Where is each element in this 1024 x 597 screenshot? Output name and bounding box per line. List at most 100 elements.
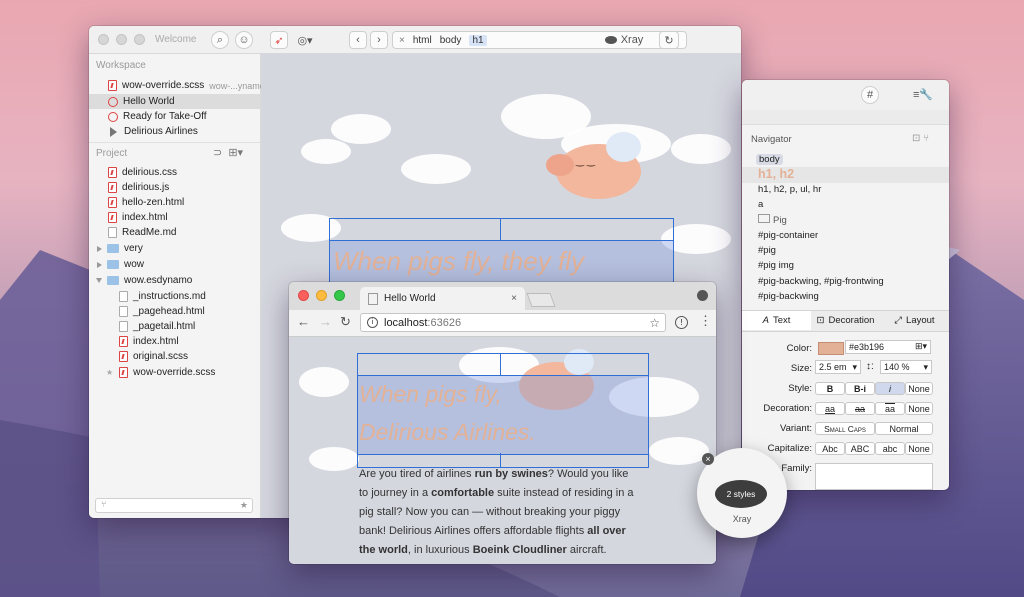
nav-item[interactable]: #pig-container: [758, 230, 818, 241]
sidebar-filter-bar[interactable]: ⑂ ★: [95, 498, 253, 513]
search-button[interactable]: ⌕: [211, 31, 229, 49]
minimize-dot[interactable]: [316, 290, 327, 301]
project-item[interactable]: index.html: [89, 210, 260, 225]
nav-item[interactable]: #pig: [758, 245, 776, 256]
line-height-field[interactable]: 140 % ▾: [880, 360, 932, 374]
close-dot[interactable]: [98, 34, 109, 45]
folder-item[interactable]: wow: [89, 257, 260, 272]
address-bar[interactable]: i localhost:63626 ☆: [360, 313, 666, 332]
project-item[interactable]: hello-zen.html: [89, 195, 260, 210]
close-dot[interactable]: [298, 290, 309, 301]
star-icon[interactable]: ☆: [649, 316, 660, 330]
wrench-icon[interactable]: ≡🔧: [913, 88, 933, 101]
style-italic[interactable]: i: [875, 382, 905, 395]
forward-arrow-icon[interactable]: →: [319, 314, 332, 329]
workspace-item-selected[interactable]: Hello World: [89, 94, 260, 109]
project-item[interactable]: _pagehead.html: [89, 304, 260, 319]
breadcrumb-h1[interactable]: h1: [469, 34, 487, 46]
color-swatch[interactable]: [818, 342, 844, 355]
capitalize-none[interactable]: None: [905, 442, 933, 455]
capitalize-title[interactable]: Abc: [815, 442, 845, 455]
family-field[interactable]: [815, 463, 933, 490]
nav-item[interactable]: #pig-backwing, #pig-frontwing: [758, 276, 884, 287]
star-icon[interactable]: ★: [240, 500, 248, 511]
decoration-strike[interactable]: aa: [845, 402, 875, 415]
folder-item[interactable]: wow.esdynamo: [89, 273, 260, 288]
new-tab-button[interactable]: [526, 293, 556, 307]
zoom-dot[interactable]: [134, 34, 145, 45]
project-item[interactable]: delirious.css: [89, 165, 260, 180]
extension-icon[interactable]: !: [675, 316, 688, 329]
smiley-button[interactable]: ☺: [235, 31, 253, 49]
xray-popup[interactable]: × 2 styles Xray: [697, 448, 787, 538]
project-item[interactable]: index.html: [89, 334, 260, 349]
minimize-dot[interactable]: [116, 34, 127, 45]
project-item[interactable]: ★ wow-override.scss: [89, 365, 260, 380]
project-item[interactable]: _pagetail.html: [89, 319, 260, 334]
close-icon[interactable]: ×: [702, 453, 714, 465]
xray-button[interactable]: Xray: [599, 31, 649, 49]
window-controls[interactable]: [98, 34, 145, 45]
decoration-overline[interactable]: aa: [875, 402, 905, 415]
variant-normal[interactable]: Normal: [875, 422, 933, 435]
variant-small-caps[interactable]: Small Caps: [815, 422, 875, 435]
nav-item[interactable]: #pig img: [758, 260, 794, 271]
profile-icon[interactable]: [697, 290, 708, 301]
color-field[interactable]: #e3b196 ⊞▾: [845, 340, 931, 354]
hash-button[interactable]: #: [861, 86, 879, 104]
tab-layout[interactable]: ⤢ Layout: [880, 311, 949, 330]
compass-button[interactable]: ➶: [270, 31, 288, 49]
nav-item-selected[interactable]: h1, h2: [758, 167, 794, 181]
disclosure-icon[interactable]: [97, 245, 102, 252]
capitalize-lower[interactable]: abc: [875, 442, 905, 455]
breadcrumb-html[interactable]: html: [413, 35, 432, 46]
project-header[interactable]: Project: [96, 148, 127, 159]
nav-item[interactable]: #pig-backwing: [758, 291, 819, 302]
project-item[interactable]: ReadMe.md: [89, 225, 260, 240]
nav-item[interactable]: a: [758, 199, 763, 210]
nav-item-body[interactable]: body: [756, 154, 783, 165]
star-icon[interactable]: ★: [106, 368, 113, 377]
reload-icon[interactable]: ↻: [340, 314, 351, 330]
tab-decoration[interactable]: ⊡ Decoration: [811, 311, 880, 330]
reload-button[interactable]: ↻: [659, 31, 679, 49]
decoration-underline[interactable]: aa: [815, 402, 845, 415]
project-item[interactable]: original.scss: [89, 349, 260, 364]
window-controls[interactable]: [298, 290, 345, 301]
workspace-item[interactable]: wow-override.scss wow-...ynamo: [89, 78, 265, 93]
style-bold-italic[interactable]: B-i: [845, 382, 875, 395]
back-arrow-icon[interactable]: ←: [297, 314, 310, 329]
paragraph-emphasis: run by swines: [474, 468, 548, 480]
disclosure-icon[interactable]: [96, 278, 102, 283]
forward-button[interactable]: ›: [370, 31, 388, 49]
target-button[interactable]: ◎▾: [292, 31, 318, 49]
folder-item[interactable]: very: [89, 241, 260, 256]
tab-text[interactable]: A Text: [742, 311, 811, 330]
zoom-dot[interactable]: [334, 290, 345, 301]
capitalize-upper[interactable]: ABC: [845, 442, 875, 455]
disclosure-icon[interactable]: [97, 261, 102, 268]
workspace-header[interactable]: Workspace: [96, 60, 146, 71]
project-tools[interactable]: ⊃ ⊞▾: [213, 146, 243, 159]
browser-tab[interactable]: Hello World ×: [360, 287, 525, 310]
workspace-item[interactable]: Delirious Airlines: [89, 124, 260, 139]
workspace-item[interactable]: Ready for Take-Off: [89, 109, 260, 124]
navigator-tools[interactable]: ⊡ ⑂: [912, 133, 929, 144]
nav-item-comment[interactable]: Pig: [758, 214, 787, 226]
style-none[interactable]: None: [905, 382, 933, 395]
css-file-icon: [108, 167, 117, 178]
size-field[interactable]: 2.5 em ▾: [815, 360, 861, 374]
back-button[interactable]: ‹: [349, 31, 367, 49]
item-sub: wow-...ynamo: [209, 80, 265, 91]
decoration-none[interactable]: None: [905, 402, 933, 415]
close-icon[interactable]: ×: [511, 293, 517, 304]
close-icon[interactable]: ×: [399, 35, 405, 46]
project-item[interactable]: _instructions.md: [89, 289, 260, 304]
project-item[interactable]: delirious.js: [89, 180, 260, 195]
html-file-icon: [119, 321, 128, 332]
menu-icon[interactable]: ⋮: [699, 313, 712, 329]
style-bold[interactable]: B: [815, 382, 845, 395]
xray-label: Xray: [620, 34, 644, 46]
nav-item[interactable]: h1, h2, p, ul, hr: [758, 184, 821, 195]
breadcrumb-body[interactable]: body: [440, 35, 462, 46]
